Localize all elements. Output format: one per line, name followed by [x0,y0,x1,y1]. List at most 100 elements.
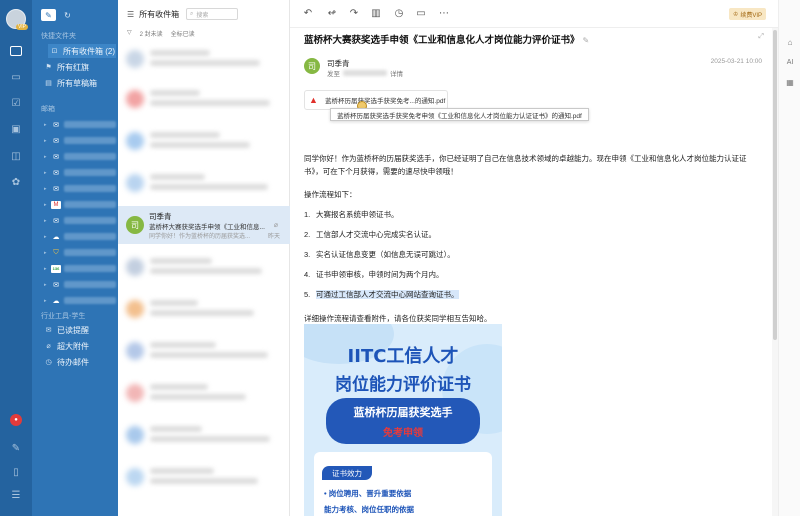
sender-avatar: 司 [126,216,144,234]
list-item[interactable] [118,374,290,412]
tool-label: 待办邮件 [57,357,89,367]
list-item[interactable] [118,122,290,160]
more-icon[interactable]: ⋯ [438,8,450,20]
list-item[interactable] [118,248,290,286]
folder-all-inbox[interactable]: ⊡ 所有收件箱 (2) [48,44,116,58]
apps-icon[interactable]: ✿ [9,177,23,189]
account-row[interactable]: ▸ 136 [44,262,116,275]
list-filter-bar: ▽ 2 封未读 全标已读 [127,29,195,38]
account-row[interactable]: ▸ ✉ [44,214,116,227]
account-row[interactable]: ▸ ✉ [44,118,116,131]
account-row[interactable]: ▸ ✉ [44,134,116,147]
app-badge-icon[interactable]: ● [9,414,23,426]
poster-title-1: IITC工信人才 [347,346,459,367]
tool-label: 超大附件 [57,341,89,351]
reply-icon[interactable]: ↶ [302,8,314,20]
edit-icon[interactable]: ✎ [583,36,590,45]
crown-icon: ♔ [732,11,739,18]
account-row[interactable]: ▸ ☁ [44,230,116,243]
shield-icon: ⛉ [53,248,59,256]
message-subject: 蓝桥杯大赛获奖选手申领《工业和信息... [149,224,265,231]
account-row[interactable]: ▸ ✉ [44,278,116,291]
search-icon: ⌕ [190,10,194,17]
calendar-icon[interactable]: ▦ [784,76,796,88]
message-list: ☰ 所有收件箱 ⌕ 搜索 ▽ 2 封未读 全标已读 司 司季青 蓝桥杯大赛获奖选… [118,0,290,516]
tool-todo-mail[interactable]: ◷ 待办邮件 [44,355,116,369]
folder-all-drafts[interactable]: ▤ 所有草稿箱 [44,76,116,90]
reading-pane: ↶ ↫ ↷ ▥ ◷ ▭ ⋯ ♔ 续费VIP 蓝桥杯大赛获奖选手申领《工业和信息化… [290,0,778,516]
ai-assistant-icon[interactable]: AI [784,56,796,68]
attachment-tooltip: 蓝桥杯历届获奖选手获奖免考申领《工业和信息化人才岗位能力认证证书》的通知.pdf [330,108,589,121]
draft-icon: ▤ [45,80,52,87]
folder-label: 所有红旗 [57,62,89,72]
ai-icon[interactable]: ◫ [9,151,23,163]
reader-toolbar: ↶ ↫ ↷ ▥ ◷ ▭ ⋯ ♔ 续费VIP [290,0,778,28]
archive-icon[interactable]: ▭ [415,8,427,20]
step-item: 1. 大赛报名系统申领证书。 [304,210,399,219]
list-item[interactable] [118,416,290,454]
account-row[interactable]: ▸ ✉ [44,182,116,195]
account-row[interactable]: ▸ ✉ [44,166,116,179]
refresh-icon: ↻ [64,10,71,20]
poster-tag: 证书效力 [322,466,372,480]
list-item-selected[interactable]: 司 司季青 蓝桥杯大赛获奖选手申领《工业和信息... ⌀ 同学你好！作为蓝桥杯的… [118,206,290,244]
list-item[interactable] [118,290,290,328]
contacts-icon[interactable]: ▣ [9,124,23,136]
account-row[interactable]: ▸ ✉ [44,150,116,163]
list-item[interactable] [118,40,290,78]
poster-banner-text: 蓝桥杯历届获奖选手 [353,407,453,419]
clock-icon[interactable]: ◷ [393,8,405,20]
delete-icon[interactable]: ▥ [370,8,382,20]
mail-icon: ✉ [53,217,59,225]
mobile-icon[interactable]: ▯ [9,467,23,479]
list-item[interactable] [118,458,290,496]
menu-icon[interactable]: ☰ [127,10,134,19]
poster-line: • 岗位聘用、晋升重要依据 [324,489,412,498]
quick-folders-title: 快捷文件夹 [41,33,76,40]
folder-label: 所有收件箱 (2) [63,46,115,56]
unread-count[interactable]: 2 封未读 [140,29,163,38]
list-item[interactable] [118,164,290,202]
tools-title: 行业工具-学生 [41,313,86,320]
list-item[interactable] [118,332,290,370]
renew-vip-button[interactable]: ♔ 续费VIP [728,8,766,20]
search-input[interactable]: ⌕ 搜索 [186,8,238,20]
compose-icon: ✎ [45,10,52,20]
scrollbar-thumb[interactable] [773,30,777,340]
attachment-name: 蓝桥杯历届获奖选手获奖免考...的通知.pdf [325,98,446,105]
mail-icon: ✉ [53,121,59,129]
expand-icon[interactable]: ⤢ [758,33,764,41]
list-title: 所有收件箱 [139,9,180,19]
account-row[interactable]: ▸ ⛉ [44,246,116,259]
vip-label: 续费VIP [740,12,762,19]
email-time: 2025-03-21 10:00 [710,58,762,65]
account-row[interactable]: ▸ M [44,198,116,211]
reply-all-icon[interactable]: ↫ [326,8,338,20]
list-item[interactable] [118,80,290,118]
message-preview: 同学你好！作为蓝桥杯的历届获奖选... [149,234,251,240]
user-avatar[interactable]: VIP [6,9,28,30]
home-icon[interactable]: ⌂ [784,36,796,48]
menu-icon[interactable]: ☰ [9,490,23,502]
attachment-chip[interactable]: ▲ 蓝桥杯历届获奖选手获奖免考...的通知.pdf [304,90,448,110]
compose-button[interactable]: ✎ [41,9,56,21]
details-link[interactable]: 详情 [390,68,403,78]
task-icon[interactable]: ☑ [9,98,23,110]
account-row[interactable]: ▸ ☁ [44,294,116,307]
notes-icon[interactable]: ✎ [9,443,23,455]
folder-icon[interactable]: ▭ [9,72,23,84]
mark-all-read[interactable]: 全标已读 [171,29,195,38]
filter-icon[interactable]: ▽ [127,29,132,38]
gmail-icon: M [51,200,61,209]
tool-large-attachment[interactable]: ⌀ 超大附件 [44,339,116,353]
refresh-button[interactable]: ↻ [60,9,75,21]
mail-icon: ✉ [53,185,59,193]
tool-label: 已读提醒 [57,325,89,335]
attachment-icon: ⌀ [273,222,278,229]
mail-icon[interactable] [9,45,23,57]
forward-icon[interactable]: ↷ [348,8,360,20]
steps-title: 操作流程如下： [304,190,357,199]
folder-all-flags[interactable]: ⚑ 所有红旗 [44,60,116,74]
tool-read-receipt[interactable]: ✉ 已读提醒 [44,323,116,337]
right-rail: ⌂ AI ▦ [778,0,800,516]
